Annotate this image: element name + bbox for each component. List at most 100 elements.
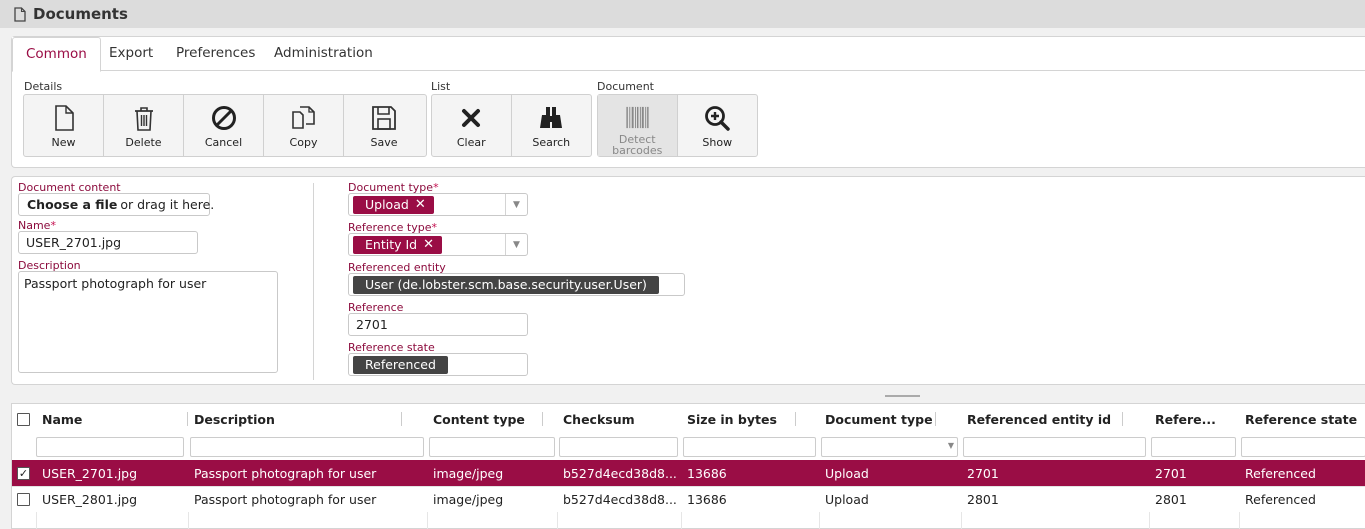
delete-button-label: Delete	[125, 136, 162, 149]
table-row[interactable]: USER_2801.jpg Passport photograph for us…	[12, 486, 1365, 512]
filter-content-type-input[interactable]	[429, 437, 555, 457]
reference-state-chip: Referenced	[353, 355, 448, 374]
select-all-checkbox[interactable]	[17, 412, 30, 426]
column-divider[interactable]	[542, 412, 543, 426]
column-line	[188, 512, 189, 529]
tab-bar: Common Export Preferences Administration	[12, 37, 1365, 72]
list-button-group: Clear Search	[431, 94, 592, 157]
table-header: Name Description Content type Checksum S…	[12, 404, 1365, 434]
referenced-entity-field[interactable]: User (de.lobster.scm.base.security.user.…	[348, 273, 685, 296]
cancel-icon	[211, 106, 236, 130]
cell-reference: 2701	[1155, 465, 1187, 481]
column-header-reference-state[interactable]: Reference state	[1239, 404, 1365, 434]
filter-size-input[interactable]	[683, 437, 816, 457]
cell-name: USER_2701.jpg	[42, 465, 138, 481]
filter-description-input[interactable]	[190, 437, 424, 457]
chevron-down-icon[interactable]: ▼	[505, 234, 527, 255]
column-divider[interactable]	[795, 412, 796, 426]
document-button-group: Detect barcodes Show	[597, 94, 758, 157]
reference-type-chip: Entity Id ✕	[353, 235, 442, 254]
cell-content-type: image/jpeg	[433, 465, 504, 481]
column-divider[interactable]	[935, 412, 936, 426]
column-line	[427, 512, 428, 529]
column-header-reference[interactable]: Refere...	[1149, 404, 1238, 434]
column-line	[36, 512, 37, 529]
cell-description: Passport photograph for user	[194, 492, 377, 507]
cell-size: 13686	[687, 492, 727, 507]
tab-preferences[interactable]: Preferences	[163, 37, 268, 71]
save-icon	[372, 106, 396, 130]
copy-icon	[291, 106, 315, 129]
column-header-referenced-entity-id[interactable]: Referenced entity id	[961, 404, 1148, 434]
panel-splitter-handle[interactable]	[885, 395, 920, 397]
filter-reference-state-input[interactable]	[1241, 437, 1365, 457]
search-button[interactable]: Search	[512, 95, 592, 156]
search-button-label: Search	[532, 136, 571, 149]
clear-button-label: Clear	[456, 136, 486, 149]
cell-size: 13686	[687, 465, 727, 481]
cancel-button-label: Cancel	[204, 136, 243, 149]
cancel-button[interactable]: Cancel	[184, 95, 264, 156]
cell-document-type: Upload	[825, 465, 869, 481]
document-type-select[interactable]: Upload ✕ ▼	[348, 193, 528, 216]
show-button[interactable]: Show	[678, 95, 758, 156]
group-label-document: Document	[597, 80, 654, 93]
column-header-document-type[interactable]: Document type	[819, 404, 961, 434]
details-button-group: New Delete Cancel Copy Save	[23, 94, 427, 157]
tab-export[interactable]: Export	[96, 37, 166, 71]
save-button[interactable]: Save	[344, 95, 424, 156]
column-header-name[interactable]: Name	[36, 404, 188, 434]
document-type-chip: Upload ✕	[353, 195, 434, 214]
copy-button[interactable]: Copy	[264, 95, 344, 156]
file-upload-button[interactable]: Choose a file or drag it here.	[18, 193, 214, 216]
filter-checksum-input[interactable]	[559, 437, 678, 457]
window-title: Documents	[33, 5, 128, 23]
column-header-size[interactable]: Size in bytes	[681, 404, 818, 434]
filter-name-input[interactable]	[36, 437, 184, 457]
column-header-description[interactable]: Description	[188, 404, 426, 434]
row-checkbox[interactable]: ✓	[17, 466, 30, 480]
remove-chip-icon[interactable]: ✕	[423, 237, 434, 252]
cell-description: Passport photograph for user	[194, 465, 377, 481]
reference-state-field[interactable]: Referenced	[348, 353, 528, 376]
new-button-label: New	[51, 136, 76, 149]
filter-document-type-select[interactable]: ▼	[821, 437, 958, 457]
reference-field[interactable]: 2701	[348, 313, 528, 336]
column-header-content-type[interactable]: Content type	[427, 404, 557, 434]
show-button-label: Show	[702, 136, 733, 149]
cell-checksum: b527d4ecd38d8...	[563, 465, 677, 481]
row-checkbox[interactable]	[17, 493, 30, 506]
column-divider[interactable]	[401, 412, 402, 426]
file-upload-button-strong: Choose a file	[27, 197, 118, 212]
remove-chip-icon[interactable]: ✕	[415, 197, 426, 212]
reference-type-select[interactable]: Entity Id ✕ ▼	[348, 233, 528, 256]
group-label-details: Details	[24, 80, 63, 93]
cell-name: USER_2801.jpg	[42, 492, 138, 507]
new-document-icon	[54, 105, 74, 131]
chevron-down-icon[interactable]: ▼	[948, 441, 954, 450]
document-icon	[14, 6, 26, 22]
cell-reference-state: Referenced	[1245, 465, 1316, 481]
tab-administration[interactable]: Administration	[261, 37, 386, 71]
file-upload-button-rest: or drag it here.	[120, 197, 215, 212]
description-field[interactable]: Passport photograph for user	[18, 271, 278, 373]
clear-button[interactable]: Clear	[432, 95, 512, 156]
table-row[interactable]: ✓ USER_2701.jpg Passport photograph for …	[12, 460, 1365, 486]
filter-reference-input[interactable]	[1151, 437, 1236, 457]
column-divider[interactable]	[1122, 412, 1123, 426]
column-line	[819, 512, 820, 529]
name-field[interactable]: USER_2701.jpg	[18, 231, 198, 254]
column-divider	[313, 183, 314, 380]
column-line	[681, 512, 682, 529]
filter-referenced-entity-id-input[interactable]	[963, 437, 1146, 457]
detect-barcodes-label-line2: barcodes	[612, 144, 663, 157]
copy-button-label: Copy	[289, 136, 318, 149]
tab-common[interactable]: Common	[12, 37, 101, 72]
delete-button[interactable]: Delete	[104, 95, 184, 156]
detect-barcodes-button[interactable]: Detect barcodes	[598, 95, 678, 156]
ribbon-panel: Common Export Preferences Administration…	[11, 36, 1365, 168]
column-header-checksum[interactable]: Checksum	[557, 404, 680, 434]
new-button[interactable]: New	[24, 95, 104, 156]
binoculars-icon	[540, 107, 563, 128]
chevron-down-icon[interactable]: ▼	[505, 194, 527, 215]
